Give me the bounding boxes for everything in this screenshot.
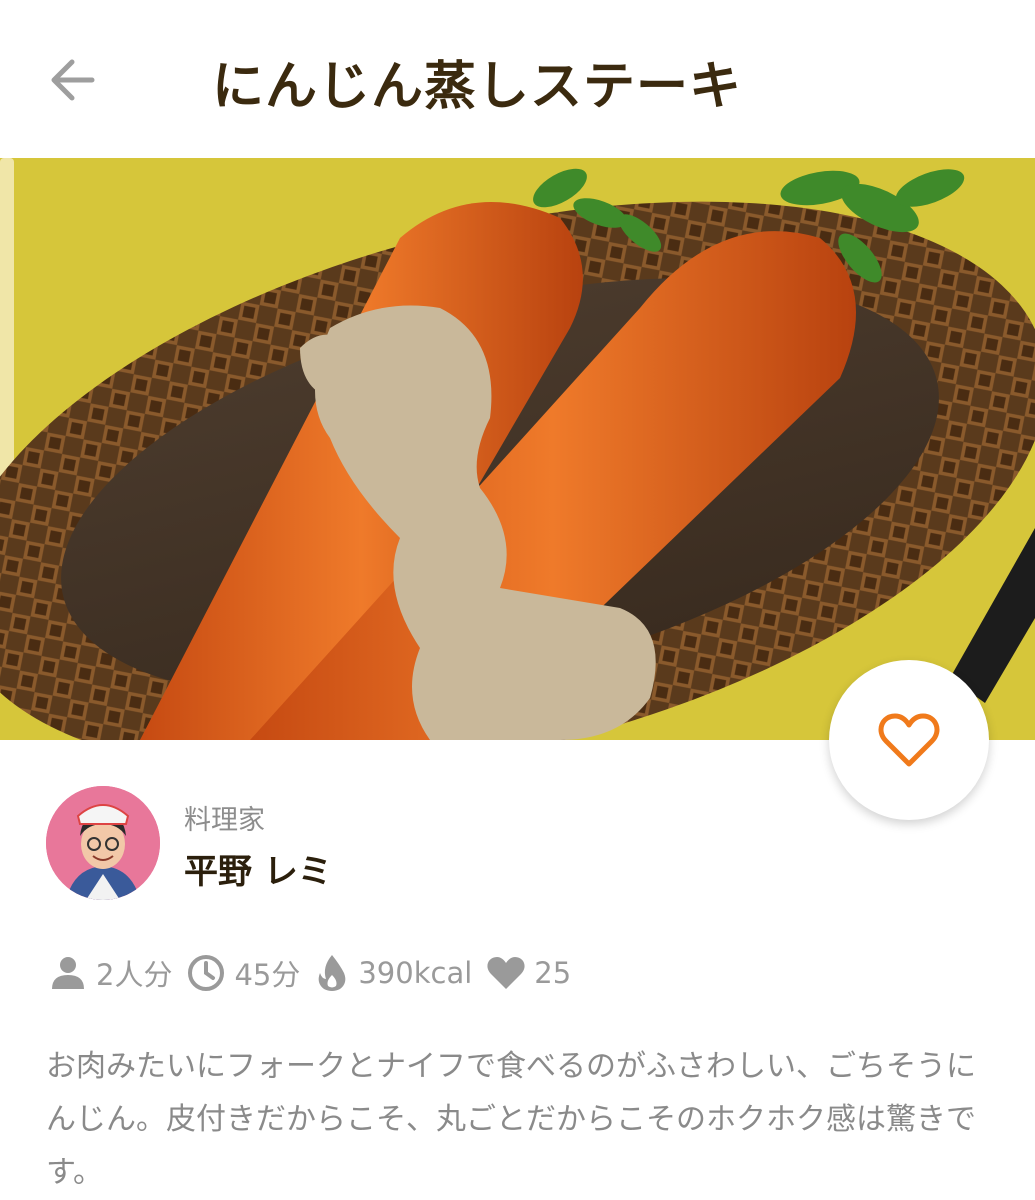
favorite-button[interactable]	[829, 660, 989, 820]
likes-info: 25	[486, 955, 571, 991]
clock-icon	[188, 955, 225, 991]
avatar	[46, 786, 160, 900]
author-name: 平野 レミ	[184, 852, 332, 892]
flame-icon	[319, 955, 346, 991]
servings-text: 2人分	[96, 958, 173, 992]
author-role: 料理家	[184, 805, 265, 836]
calories-text: 390kcal	[358, 956, 473, 990]
calories-info: 390kcal	[314, 953, 472, 993]
servings-info: 2人分	[48, 952, 172, 994]
page-title: にんじん蒸しステーキ	[212, 57, 743, 117]
author-row[interactable]: 料理家 平野 レミ	[46, 786, 746, 904]
recipe-meta: 2人分 45分 390kcal 25	[48, 950, 585, 996]
back-button[interactable]	[40, 48, 104, 112]
time-info: 45分	[186, 952, 300, 994]
recipe-description: お肉みたいにフォークとナイフで食べるのがふさわしい、ごちそうにんじん。皮付きだか…	[46, 1049, 976, 1190]
recipe-photo	[0, 158, 1035, 740]
person-icon	[52, 957, 84, 989]
app-header: にんじん蒸しステーキ	[0, 0, 1035, 158]
arrow-left-icon	[51, 59, 95, 101]
heart-outline-icon	[878, 713, 940, 767]
heart-icon	[487, 957, 525, 989]
time-text: 45分	[234, 958, 301, 992]
likes-text: 25	[534, 956, 572, 990]
